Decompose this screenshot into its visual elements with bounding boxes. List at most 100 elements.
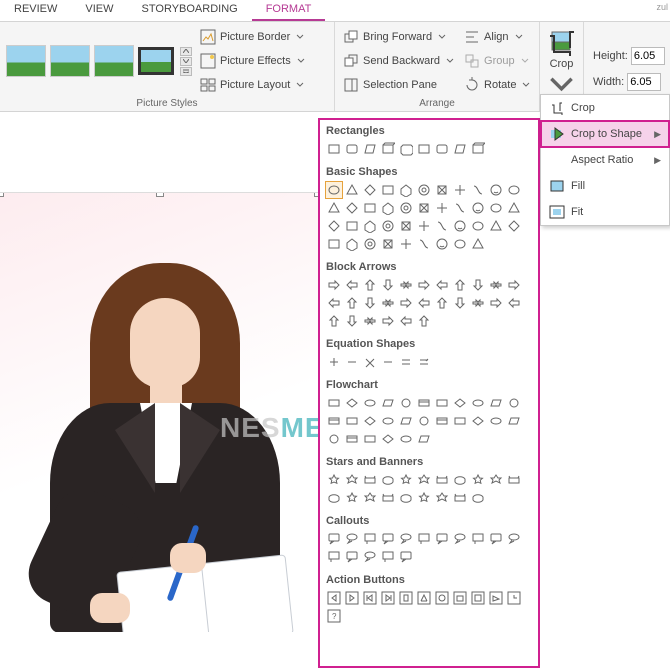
style-thumb-selected[interactable] bbox=[138, 47, 174, 75]
shape-option[interactable] bbox=[416, 490, 432, 506]
shape-option[interactable] bbox=[416, 531, 432, 547]
tab-format[interactable]: FORMAT bbox=[252, 0, 326, 21]
shape-option[interactable] bbox=[344, 218, 360, 234]
shape-option[interactable] bbox=[398, 490, 414, 506]
shape-option[interactable] bbox=[380, 472, 396, 488]
shape-option[interactable] bbox=[506, 200, 522, 216]
shape-option[interactable] bbox=[470, 472, 486, 488]
shape-option[interactable] bbox=[470, 490, 486, 506]
resize-handle[interactable] bbox=[0, 192, 4, 197]
shape-option[interactable] bbox=[398, 141, 414, 157]
shape-option[interactable] bbox=[398, 531, 414, 547]
shape-option[interactable] bbox=[470, 413, 486, 429]
shape-option[interactable] bbox=[380, 431, 396, 447]
shape-option[interactable] bbox=[362, 549, 378, 565]
shape-option[interactable] bbox=[434, 395, 450, 411]
shape-option[interactable] bbox=[380, 549, 396, 565]
shape-option[interactable] bbox=[416, 236, 432, 252]
shape-option[interactable] bbox=[362, 472, 378, 488]
shape-option[interactable] bbox=[506, 277, 522, 293]
shape-option[interactable] bbox=[506, 531, 522, 547]
gallery-down-icon[interactable] bbox=[180, 57, 192, 66]
shape-option[interactable] bbox=[416, 590, 432, 606]
shape-option[interactable] bbox=[398, 431, 414, 447]
send-backward-button[interactable]: Send Backward bbox=[341, 50, 456, 72]
shape-option[interactable] bbox=[398, 549, 414, 565]
shape-option[interactable] bbox=[326, 313, 342, 329]
shape-option[interactable] bbox=[344, 313, 360, 329]
shape-option[interactable] bbox=[344, 549, 360, 565]
shape-option[interactable] bbox=[362, 531, 378, 547]
shape-option[interactable] bbox=[398, 295, 414, 311]
shape-option[interactable] bbox=[398, 472, 414, 488]
shape-option[interactable] bbox=[344, 590, 360, 606]
shape-option[interactable] bbox=[470, 182, 486, 198]
shape-option[interactable] bbox=[416, 141, 432, 157]
shape-option[interactable] bbox=[506, 590, 522, 606]
shape-option[interactable] bbox=[380, 236, 396, 252]
shape-option[interactable] bbox=[506, 295, 522, 311]
shape-option[interactable] bbox=[470, 277, 486, 293]
shape-option[interactable] bbox=[380, 295, 396, 311]
shape-option[interactable] bbox=[434, 590, 450, 606]
shape-option[interactable] bbox=[452, 490, 468, 506]
shape-option[interactable] bbox=[344, 490, 360, 506]
shape-option[interactable] bbox=[362, 295, 378, 311]
bring-forward-button[interactable]: Bring Forward bbox=[341, 26, 456, 48]
shape-option[interactable] bbox=[488, 531, 504, 547]
align-button[interactable]: Align bbox=[462, 26, 532, 48]
shape-option[interactable] bbox=[488, 218, 504, 234]
shape-option[interactable] bbox=[326, 431, 342, 447]
crop-button[interactable]: Crop bbox=[542, 26, 581, 101]
picture-effects-button[interactable]: Picture Effects bbox=[198, 50, 307, 72]
shape-option[interactable] bbox=[344, 413, 360, 429]
shape-option[interactable] bbox=[344, 200, 360, 216]
shape-option[interactable] bbox=[326, 236, 342, 252]
shape-option[interactable] bbox=[434, 472, 450, 488]
shape-option[interactable] bbox=[452, 413, 468, 429]
shape-option[interactable] bbox=[362, 431, 378, 447]
shape-option[interactable] bbox=[344, 236, 360, 252]
shape-option[interactable] bbox=[398, 277, 414, 293]
shape-option[interactable] bbox=[470, 218, 486, 234]
shape-option[interactable] bbox=[362, 200, 378, 216]
resize-handle[interactable] bbox=[156, 192, 164, 197]
shape-option[interactable] bbox=[416, 277, 432, 293]
shape-option[interactable] bbox=[416, 354, 432, 370]
width-input[interactable] bbox=[627, 73, 661, 91]
shape-option[interactable] bbox=[326, 590, 342, 606]
shape-option[interactable] bbox=[488, 472, 504, 488]
shape-option[interactable]: ? bbox=[326, 608, 342, 624]
shape-option[interactable] bbox=[506, 218, 522, 234]
shape-option[interactable] bbox=[434, 413, 450, 429]
shape-option[interactable] bbox=[398, 413, 414, 429]
shape-option[interactable] bbox=[452, 182, 468, 198]
shape-option[interactable] bbox=[416, 431, 432, 447]
shape-option[interactable] bbox=[380, 141, 396, 157]
style-thumb[interactable] bbox=[50, 45, 90, 77]
shape-option[interactable] bbox=[344, 472, 360, 488]
shape-option[interactable] bbox=[344, 141, 360, 157]
shape-option[interactable] bbox=[398, 590, 414, 606]
shape-option[interactable] bbox=[452, 295, 468, 311]
shape-option[interactable] bbox=[452, 200, 468, 216]
shape-option[interactable] bbox=[434, 236, 450, 252]
shape-option[interactable] bbox=[488, 200, 504, 216]
menu-aspect-ratio[interactable]: Aspect Ratio ▶ bbox=[541, 147, 669, 173]
picture-border-button[interactable]: Picture Border bbox=[198, 26, 307, 48]
shape-option[interactable] bbox=[434, 295, 450, 311]
style-thumb[interactable] bbox=[6, 45, 46, 77]
shape-option[interactable] bbox=[362, 490, 378, 506]
menu-crop-to-shape[interactable]: Crop to Shape ▶ bbox=[541, 121, 669, 147]
shape-option[interactable] bbox=[380, 182, 396, 198]
shape-option[interactable] bbox=[488, 590, 504, 606]
gallery-up-icon[interactable] bbox=[180, 47, 192, 56]
shape-option[interactable] bbox=[416, 200, 432, 216]
shape-option[interactable] bbox=[380, 354, 396, 370]
shape-option[interactable] bbox=[434, 200, 450, 216]
shape-option[interactable] bbox=[488, 295, 504, 311]
shape-option[interactable] bbox=[380, 277, 396, 293]
shape-option[interactable] bbox=[326, 277, 342, 293]
shape-option[interactable] bbox=[470, 590, 486, 606]
shape-option[interactable] bbox=[398, 395, 414, 411]
